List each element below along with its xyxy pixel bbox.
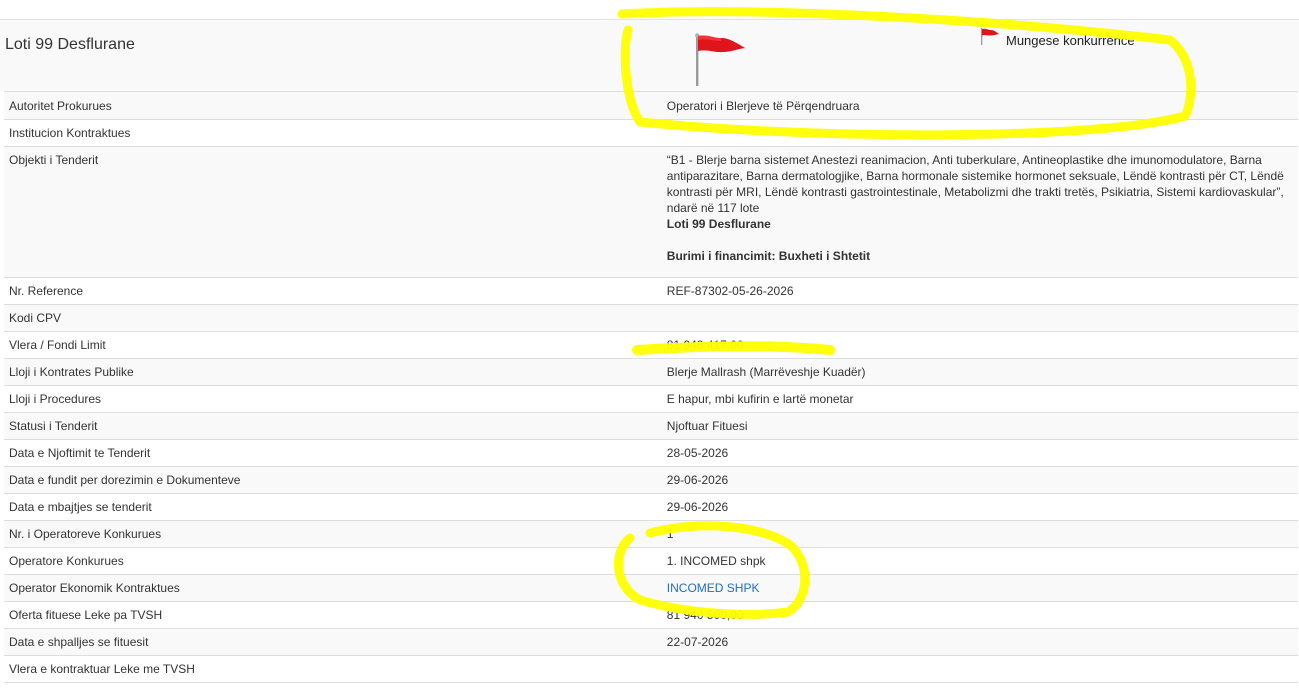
row-value: Blerje Mallrash (Marrëveshje Kuadër) xyxy=(661,358,1298,386)
row-label: Data e fundit per dorezimin e Dokumentev… xyxy=(4,466,662,494)
table-row: Autoritet Prokurues Operatori i Blerjeve… xyxy=(4,91,1298,120)
row-label: Vlera / Fondi Limit xyxy=(4,331,662,359)
table-row: Lloji i Kontrates Publike Blerje Mallras… xyxy=(4,358,1298,386)
table-row: Data e mbajtjes se tenderit 29-06-2026 xyxy=(4,493,1298,521)
page-header xyxy=(0,20,1299,91)
tender-lot: Loti 99 Desflurane xyxy=(666,217,771,231)
contractor-link[interactable]: INCOMED SHPK xyxy=(667,581,760,595)
row-label: Operatore Konkurues xyxy=(4,547,662,575)
table-row: Data e shpalljes se fituesit 22-07-2026 xyxy=(4,628,1298,656)
table-row: Lloji i Procedures E hapur, mbi kufirin … xyxy=(4,385,1298,413)
flag-legend-label: Mungese konkurrence xyxy=(1006,33,1135,48)
tender-object-text: “B1 - Blerje barna sistemet Anestezi rea… xyxy=(666,153,1284,215)
row-label: Nr. i Operatoreve Konkurues xyxy=(4,520,662,548)
red-flag-icon xyxy=(981,28,999,45)
row-value: Operatori i Blerjeve të Përqendruara xyxy=(661,91,1298,120)
row-label: Vlera e kontraktuar Leke me TVSH xyxy=(4,655,662,683)
row-value: 29-06-2026 xyxy=(661,493,1298,521)
table-row: Operator Ekonomik Kontraktues INCOMED SH… xyxy=(4,574,1298,602)
row-value: 81 940 500,00 xyxy=(661,601,1298,629)
row-label: Objekti i Tenderit xyxy=(4,146,662,278)
table-row: Kodi CPV xyxy=(4,304,1298,332)
row-value: E hapur, mbi kufirin e lartë monetar xyxy=(661,385,1298,413)
row-value: 1 xyxy=(661,520,1298,548)
table-row: Operatore Konkurues 1. INCOMED shpk xyxy=(4,547,1298,575)
table-row: Data e fundit per dorezimin e Dokumentev… xyxy=(4,466,1298,494)
row-value xyxy=(661,304,1298,332)
table-row: Vlera / Fondi Limit 81 948 417,00 xyxy=(4,331,1298,359)
row-value: 1. INCOMED shpk xyxy=(661,547,1298,575)
table-row: Nr. Reference REF-87302-05-26-2026 xyxy=(4,277,1298,305)
table-row: Data e Njoftimit te Tenderit 28-05-2026 xyxy=(4,439,1298,467)
row-label: Data e shpalljes se fituesit xyxy=(4,628,662,656)
row-value: 22-07-2026 xyxy=(661,628,1298,656)
row-value: INCOMED SHPK xyxy=(661,574,1298,602)
row-label: Data e Njoftimit te Tenderit xyxy=(4,439,662,467)
page-title: Loti 99 Desflurane xyxy=(5,36,135,53)
row-label: Institucion Kontraktues xyxy=(4,119,662,147)
row-label: Operator Ekonomik Kontraktues xyxy=(4,574,662,602)
tender-details-table: Autoritet Prokurues Operatori i Blerjeve… xyxy=(4,91,1298,683)
row-label: Oferta fituese Leke pa TVSH xyxy=(4,601,662,629)
row-value xyxy=(661,119,1298,147)
row-value: 81 948 417,00 xyxy=(661,331,1298,359)
row-value xyxy=(661,655,1298,683)
row-label: Lloji i Kontrates Publike xyxy=(4,358,662,386)
table-row: Statusi i Tenderit Njoftuar Fituesi xyxy=(4,412,1298,440)
row-label: Nr. Reference xyxy=(4,277,662,305)
table-row: Oferta fituese Leke pa TVSH 81 940 500,0… xyxy=(4,601,1298,629)
tender-funding: Burimi i financimit: Buxheti i Shtetit xyxy=(666,249,871,263)
row-value: 28-05-2026 xyxy=(661,439,1298,467)
red-flag-icon xyxy=(695,33,745,86)
table-row: Nr. i Operatoreve Konkurues 1 xyxy=(4,520,1298,548)
row-value: 29-06-2026 xyxy=(661,466,1298,494)
row-label: Kodi CPV xyxy=(4,304,662,332)
row-label: Autoritet Prokurues xyxy=(4,91,662,120)
table-row: Objekti i Tenderit “B1 - Blerje barna si… xyxy=(4,146,1298,278)
row-label: Lloji i Procedures xyxy=(4,385,662,413)
row-value: Njoftuar Fituesi xyxy=(661,412,1298,440)
row-value: REF-87302-05-26-2026 xyxy=(661,277,1298,305)
row-label: Data e mbajtjes se tenderit xyxy=(4,493,662,521)
tender-object-value: “B1 - Blerje barna sistemet Anestezi rea… xyxy=(661,146,1298,278)
table-row: Institucion Kontraktues xyxy=(4,119,1298,147)
row-label: Statusi i Tenderit xyxy=(4,412,662,440)
table-row: Vlera e kontraktuar Leke me TVSH xyxy=(4,655,1298,683)
